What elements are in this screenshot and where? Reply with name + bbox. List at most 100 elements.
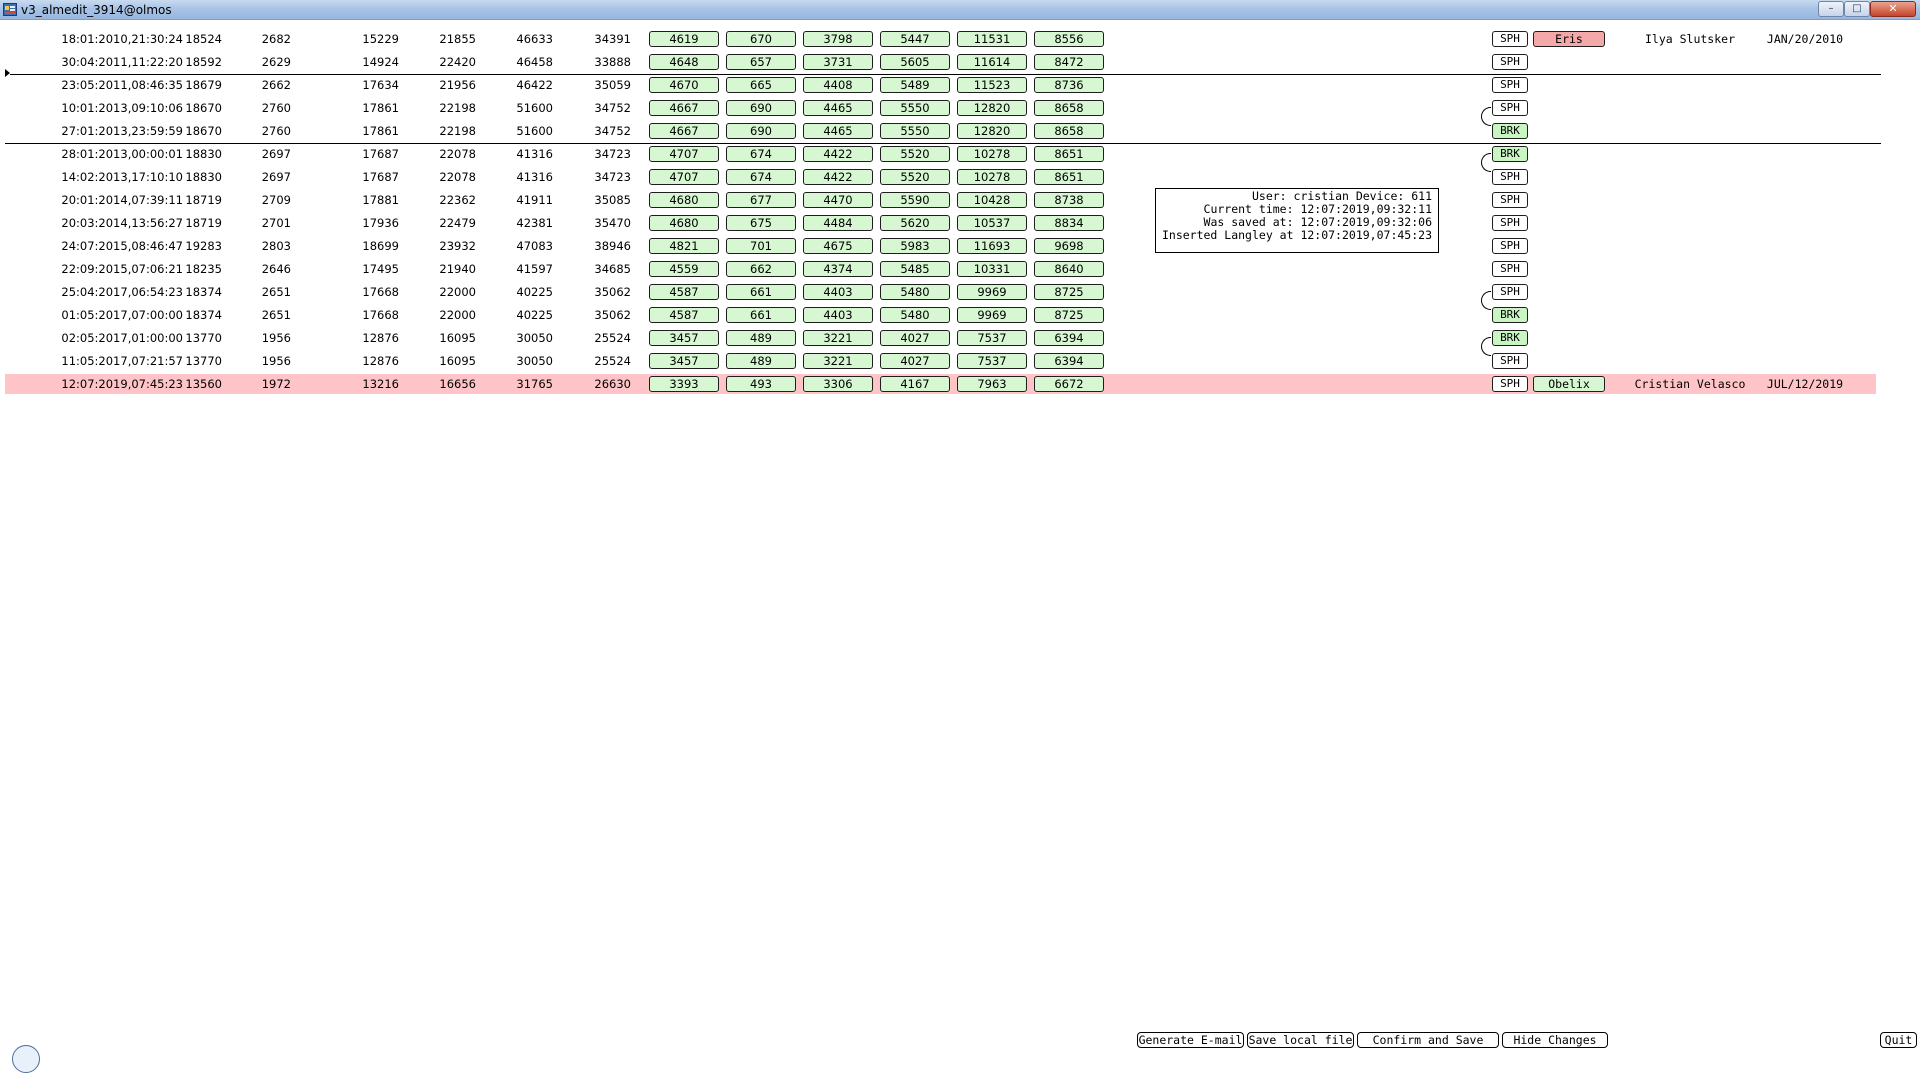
- editable-value-box[interactable]: 10278: [957, 169, 1027, 185]
- type-tag-button[interactable]: SPH: [1492, 31, 1528, 47]
- editable-value-box[interactable]: 674: [726, 146, 796, 162]
- editable-value-box[interactable]: 8736: [1034, 77, 1104, 93]
- editable-value-box[interactable]: 8658: [1034, 100, 1104, 116]
- save-local-file-button[interactable]: Save local file: [1247, 1032, 1354, 1048]
- editable-value-box[interactable]: 9698: [1034, 238, 1104, 254]
- table-row[interactable]: 20:03:2014,13:56:27 18719 2701 17936 22479 42…: [5, 213, 1876, 233]
- window-title-bar[interactable]: v3_almedit_3914@olmos – □ ✕: [0, 0, 1920, 20]
- table-row[interactable]: 22:09:2015,07:06:21 18235 2646 17495 21940 41…: [5, 259, 1876, 279]
- type-tag-button[interactable]: SPH: [1492, 376, 1528, 392]
- editable-value-box[interactable]: 8738: [1034, 192, 1104, 208]
- table-row[interactable]: 20:01:2014,07:39:11 18719 2709 17881 22362 41…: [5, 190, 1876, 210]
- editable-value-box[interactable]: 8725: [1034, 307, 1104, 323]
- editable-value-box[interactable]: 10278: [957, 146, 1027, 162]
- editable-value-box[interactable]: 4422: [803, 146, 873, 162]
- type-tag-button[interactable]: SPH: [1492, 77, 1528, 93]
- editable-value-box[interactable]: 5520: [880, 169, 950, 185]
- table-row[interactable]: 12:07:2019,07:45:23 13560 1972 13216 16656 31…: [5, 374, 1876, 394]
- editable-value-box[interactable]: 6672: [1034, 376, 1104, 392]
- table-row[interactable]: 14:02:2013,17:10:10 18830 2697 17687 22078 41…: [5, 167, 1876, 187]
- editable-value-box[interactable]: 8651: [1034, 146, 1104, 162]
- type-tag-button[interactable]: BRK: [1492, 146, 1528, 162]
- editable-value-box[interactable]: 5489: [880, 77, 950, 93]
- table-row[interactable]: 10:01:2013,09:10:06 18670 2760 17861 22198 51…: [5, 98, 1876, 118]
- editable-value-box[interactable]: 9969: [957, 307, 1027, 323]
- editable-value-box[interactable]: 5983: [880, 238, 950, 254]
- editable-value-box[interactable]: 4027: [880, 353, 950, 369]
- editable-value-box[interactable]: 5447: [880, 31, 950, 47]
- quit-button[interactable]: Quit: [1880, 1032, 1917, 1048]
- start-orb-icon[interactable]: [12, 1045, 40, 1073]
- hide-changes-button[interactable]: Hide Changes: [1502, 1032, 1608, 1048]
- editable-value-box[interactable]: 657: [726, 54, 796, 70]
- editable-value-box[interactable]: 665: [726, 77, 796, 93]
- station-name-button[interactable]: Obelix: [1533, 376, 1605, 392]
- editable-value-box[interactable]: 4707: [649, 146, 719, 162]
- editable-value-box[interactable]: 4559: [649, 261, 719, 277]
- table-row[interactable]: 25:04:2017,06:54:23 18374 2651 17668 22000 40…: [5, 282, 1876, 302]
- table-row[interactable]: 02:05:2017,01:00:00 13770 1956 12876 16095 30…: [5, 328, 1876, 348]
- editable-value-box[interactable]: 690: [726, 100, 796, 116]
- editable-value-box[interactable]: 4403: [803, 284, 873, 300]
- editable-value-box[interactable]: 8472: [1034, 54, 1104, 70]
- table-row[interactable]: 01:05:2017,07:00:00 18374 2651 17668 22000 40…: [5, 305, 1876, 325]
- table-row[interactable]: 11:05:2017,07:21:57 13770 1956 12876 16095 30…: [5, 351, 1876, 371]
- table-row[interactable]: 27:01:2013,23:59:59 18670 2760 17861 22198 51…: [5, 121, 1876, 141]
- editable-value-box[interactable]: 3731: [803, 54, 873, 70]
- editable-value-box[interactable]: 670: [726, 31, 796, 47]
- editable-value-box[interactable]: 4374: [803, 261, 873, 277]
- editable-value-box[interactable]: 5550: [880, 100, 950, 116]
- editable-value-box[interactable]: 5620: [880, 215, 950, 231]
- editable-value-box[interactable]: 8834: [1034, 215, 1104, 231]
- editable-value-box[interactable]: 12820: [957, 100, 1027, 116]
- editable-value-box[interactable]: 10537: [957, 215, 1027, 231]
- editable-value-box[interactable]: 8725: [1034, 284, 1104, 300]
- editable-value-box[interactable]: 4465: [803, 100, 873, 116]
- editable-value-box[interactable]: 12820: [957, 123, 1027, 139]
- editable-value-box[interactable]: 4422: [803, 169, 873, 185]
- editable-value-box[interactable]: 3798: [803, 31, 873, 47]
- editable-value-box[interactable]: 4027: [880, 330, 950, 346]
- table-row[interactable]: 30:04:2011,11:22:20 18592 2629 14924 22420 46…: [5, 52, 1876, 72]
- minimize-button[interactable]: –: [1818, 1, 1844, 17]
- close-button[interactable]: ✕: [1870, 1, 1916, 17]
- editable-value-box[interactable]: 5485: [880, 261, 950, 277]
- confirm-and-save-button[interactable]: Confirm and Save: [1357, 1032, 1499, 1048]
- editable-value-box[interactable]: 3306: [803, 376, 873, 392]
- editable-value-box[interactable]: 5590: [880, 192, 950, 208]
- editable-value-box[interactable]: 4680: [649, 215, 719, 231]
- editable-value-box[interactable]: 674: [726, 169, 796, 185]
- editable-value-box[interactable]: 8651: [1034, 169, 1104, 185]
- type-tag-button[interactable]: SPH: [1492, 54, 1528, 70]
- table-row[interactable]: 24:07:2015,08:46:47 19283 2803 18699 23932 47…: [5, 236, 1876, 256]
- table-row[interactable]: 28:01:2013,00:00:01 18830 2697 17687 22078 41…: [5, 144, 1876, 164]
- editable-value-box[interactable]: 493: [726, 376, 796, 392]
- table-row[interactable]: 18:01:2010,21:30:24 18524 2682 15229 21855 46…: [5, 29, 1876, 49]
- editable-value-box[interactable]: 6394: [1034, 353, 1104, 369]
- editable-value-box[interactable]: 4403: [803, 307, 873, 323]
- editable-value-box[interactable]: 3457: [649, 330, 719, 346]
- editable-value-box[interactable]: 677: [726, 192, 796, 208]
- editable-value-box[interactable]: 4667: [649, 123, 719, 139]
- editable-value-box[interactable]: 9969: [957, 284, 1027, 300]
- editable-value-box[interactable]: 4675: [803, 238, 873, 254]
- table-row[interactable]: 23:05:2011,08:46:35 18679 2662 17634 21956 46…: [5, 75, 1876, 95]
- editable-value-box[interactable]: 3221: [803, 330, 873, 346]
- editable-value-box[interactable]: 4587: [649, 307, 719, 323]
- editable-value-box[interactable]: 7537: [957, 353, 1027, 369]
- editable-value-box[interactable]: 4167: [880, 376, 950, 392]
- type-tag-button[interactable]: SPH: [1492, 169, 1528, 185]
- station-name-button[interactable]: Eris: [1533, 31, 1605, 47]
- editable-value-box[interactable]: 701: [726, 238, 796, 254]
- editable-value-box[interactable]: 5550: [880, 123, 950, 139]
- editable-value-box[interactable]: 4648: [649, 54, 719, 70]
- editable-value-box[interactable]: 8640: [1034, 261, 1104, 277]
- editable-value-box[interactable]: 4465: [803, 123, 873, 139]
- editable-value-box[interactable]: 690: [726, 123, 796, 139]
- editable-value-box[interactable]: 11693: [957, 238, 1027, 254]
- type-tag-button[interactable]: BRK: [1492, 123, 1528, 139]
- type-tag-button[interactable]: SPH: [1492, 192, 1528, 208]
- editable-value-box[interactable]: 7963: [957, 376, 1027, 392]
- maximize-button[interactable]: □: [1844, 1, 1870, 17]
- type-tag-button[interactable]: BRK: [1492, 307, 1528, 323]
